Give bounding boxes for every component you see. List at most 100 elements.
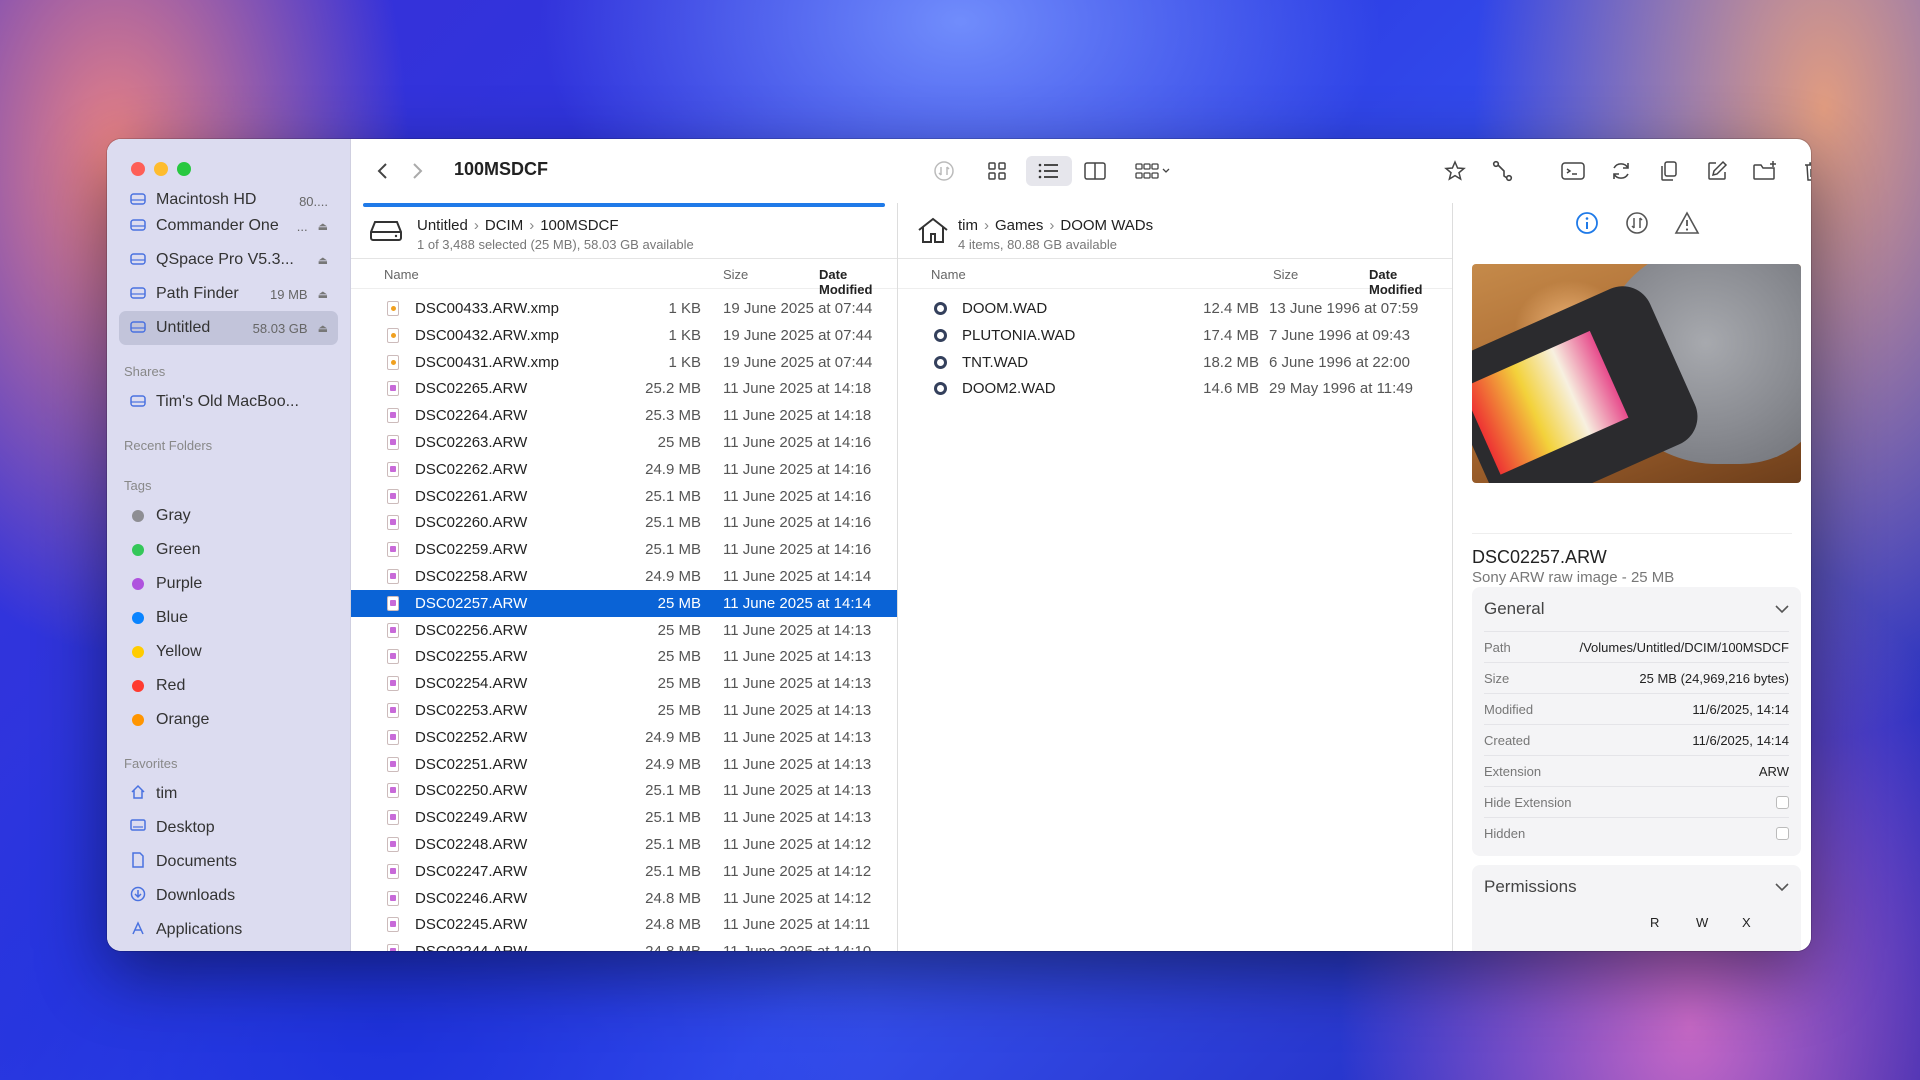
- file-row[interactable]: DSC02251.ARW 24.9 MB 11 June 2025 at 14:13: [351, 751, 897, 778]
- list-view-button[interactable]: [1026, 156, 1072, 186]
- file-row[interactable]: TNT.WAD 18.2 MB 6 June 1996 at 22:00: [898, 349, 1452, 376]
- chevron-left-icon: [377, 163, 387, 179]
- breadcrumb-item[interactable]: DCIM: [485, 217, 523, 234]
- file-row[interactable]: DSC02246.ARW 24.8 MB 11 June 2025 at 14:12: [351, 885, 897, 912]
- file-row[interactable]: DSC02264.ARW 25.3 MB 11 June 2025 at 14:18: [351, 402, 897, 429]
- file-row[interactable]: DSC02249.ARW 25.1 MB 11 June 2025 at 14:13: [351, 804, 897, 831]
- group-by-button[interactable]: [1128, 156, 1178, 186]
- sidebar-tag[interactable]: Purple: [119, 567, 338, 601]
- zoom-button[interactable]: [177, 162, 191, 176]
- sidebar-volume[interactable]: Untitled 58.03 GB ⏏: [119, 311, 338, 345]
- refresh-button[interactable]: [1604, 156, 1638, 186]
- file-row[interactable]: DOOM.WAD 12.4 MB 13 June 1996 at 07:59: [898, 295, 1452, 322]
- breadcrumb-item[interactable]: DOOM WADs: [1060, 217, 1153, 234]
- sidebar-tag[interactable]: Blue: [119, 601, 338, 635]
- sidebar-volume[interactable]: QSpace Pro V5.3... ⏏: [119, 243, 338, 277]
- file-row[interactable]: DSC02257.ARW 25 MB 11 June 2025 at 14:14: [351, 589, 897, 617]
- warnings-tab[interactable]: [1673, 209, 1701, 237]
- sync-tab[interactable]: [1623, 209, 1651, 237]
- breadcrumb-item[interactable]: Untitled: [417, 217, 468, 234]
- file-row[interactable]: DSC02265.ARW 25.2 MB 11 June 2025 at 14:18: [351, 375, 897, 402]
- close-button[interactable]: [131, 162, 145, 176]
- column-size-header[interactable]: Size: [723, 267, 748, 282]
- eject-icon[interactable]: ⏏: [318, 220, 328, 233]
- sidebar-favorite[interactable]: Desktop: [119, 811, 338, 845]
- column-name-header[interactable]: Name: [931, 267, 966, 282]
- eject-icon[interactable]: ⏏: [318, 288, 328, 301]
- sidebar-volume[interactable]: Path Finder 19 MB ⏏: [119, 277, 338, 311]
- sidebar-favorite[interactable]: Documents: [119, 845, 338, 879]
- breadcrumb-item[interactable]: tim: [958, 217, 978, 234]
- sidebar-volume[interactable]: Macintosh HD 80....: [119, 187, 338, 209]
- file-row[interactable]: DSC02252.ARW 24.9 MB 11 June 2025 at 14:13: [351, 724, 897, 751]
- sidebar-favorite[interactable]: Applications: [119, 913, 338, 947]
- file-row[interactable]: DSC00432.ARW.xmp 1 KB 19 June 2025 at 07:4…: [351, 322, 897, 349]
- sidebar-item-meta: ...: [296, 218, 308, 234]
- tags-heading: Tags: [124, 478, 152, 493]
- file-row[interactable]: DSC02260.ARW 25.1 MB 11 June 2025 at 14:16: [351, 509, 897, 536]
- xmp-file-icon: [387, 301, 399, 316]
- file-row[interactable]: DSC02258.ARW 24.9 MB 11 June 2025 at 14:14: [351, 563, 897, 590]
- raw-image-icon: [387, 702, 399, 718]
- sidebar-share[interactable]: Tim's Old MacBoo...: [119, 385, 338, 419]
- file-size: 25.1 MB: [645, 782, 701, 800]
- info-value: 11/6/2025, 14:14: [1692, 701, 1789, 717]
- terminal-button[interactable]: [1556, 156, 1590, 186]
- sidebar-tag[interactable]: Gray: [119, 499, 338, 533]
- permissions-header[interactable]: Permissions: [1472, 865, 1801, 909]
- file-row[interactable]: DSC02244.ARW 24.8 MB 11 June 2025 at 14:10: [351, 938, 897, 951]
- general-header[interactable]: General: [1472, 587, 1801, 631]
- network-drive-icon: [129, 394, 147, 411]
- sidebar-tag[interactable]: Yellow: [119, 635, 338, 669]
- eject-icon[interactable]: ⏏: [318, 322, 328, 335]
- sidebar-item-label: Untitled: [156, 319, 211, 336]
- minimize-button[interactable]: [154, 162, 168, 176]
- favorite-button[interactable]: [1438, 156, 1472, 186]
- breadcrumb-item[interactable]: Games: [995, 217, 1043, 234]
- raw-image-icon: [387, 729, 399, 745]
- file-row[interactable]: DSC02248.ARW 25.1 MB 11 June 2025 at 14:12: [351, 831, 897, 858]
- file-row[interactable]: DSC02262.ARW 24.9 MB 11 June 2025 at 14:16: [351, 456, 897, 483]
- new-folder-button[interactable]: [1748, 156, 1782, 186]
- column-name-header[interactable]: Name: [384, 267, 419, 282]
- file-row[interactable]: DSC02254.ARW 25 MB 11 June 2025 at 14:13: [351, 670, 897, 697]
- file-row[interactable]: PLUTONIA.WAD 17.4 MB 7 June 1996 at 09:43: [898, 322, 1452, 349]
- eject-icon[interactable]: ⏏: [318, 254, 328, 267]
- sidebar-favorite[interactable]: Downloads: [119, 879, 338, 913]
- file-row[interactable]: DSC00431.ARW.xmp 1 KB 19 June 2025 at 07:4…: [351, 349, 897, 376]
- checkbox[interactable]: [1776, 795, 1789, 809]
- sync-button[interactable]: [927, 156, 961, 186]
- edit-button[interactable]: [1700, 156, 1734, 186]
- file-row[interactable]: DSC02259.ARW 25.1 MB 11 June 2025 at 14:16: [351, 536, 897, 563]
- sidebar-tag[interactable]: Red: [119, 669, 338, 703]
- sidebar-tag[interactable]: Orange: [119, 703, 338, 737]
- path-button[interactable]: [1486, 156, 1520, 186]
- sidebar-volume[interactable]: Commander One... ⏏: [119, 209, 338, 243]
- sidebar-favorite[interactable]: tim: [119, 777, 338, 811]
- column-size-header[interactable]: Size: [1273, 267, 1298, 282]
- file-row[interactable]: DSC02263.ARW 25 MB 11 June 2025 at 14:16: [351, 429, 897, 456]
- column-view-button[interactable]: [1078, 156, 1112, 186]
- icon-view-button[interactable]: [980, 156, 1014, 186]
- back-button[interactable]: [365, 156, 399, 186]
- file-row[interactable]: DSC00433.ARW.xmp 1 KB 19 June 2025 at 07:4…: [351, 295, 897, 322]
- file-row[interactable]: DSC02255.ARW 25 MB 11 June 2025 at 14:13: [351, 643, 897, 670]
- file-row[interactable]: DSC02250.ARW 25.1 MB 11 June 2025 at 14:13: [351, 777, 897, 804]
- breadcrumb-item[interactable]: 100MSDCF: [540, 217, 618, 234]
- column-date-header[interactable]: Date Modified: [819, 267, 897, 297]
- file-row[interactable]: DSC02253.ARW 25 MB 11 June 2025 at 14:13: [351, 697, 897, 724]
- sidebar-item-label: Gray: [156, 507, 191, 524]
- file-row[interactable]: DSC02256.ARW 25 MB 11 June 2025 at 14:13: [351, 617, 897, 644]
- trash-button[interactable]: [1796, 156, 1811, 186]
- file-row[interactable]: DOOM2.WAD 14.6 MB 29 May 1996 at 11:49: [898, 375, 1452, 402]
- file-row[interactable]: DSC02245.ARW 24.8 MB 11 June 2025 at 14:11: [351, 911, 897, 938]
- copy-button[interactable]: [1652, 156, 1686, 186]
- file-size: 25 MB: [657, 675, 701, 693]
- sidebar-tag[interactable]: Green: [119, 533, 338, 567]
- file-row[interactable]: DSC02247.ARW 25.1 MB 11 June 2025 at 14:12: [351, 858, 897, 885]
- checkbox[interactable]: [1776, 826, 1789, 840]
- column-date-header[interactable]: Date Modified: [1369, 267, 1452, 297]
- file-row[interactable]: DSC02261.ARW 25.1 MB 11 June 2025 at 14:16: [351, 483, 897, 510]
- info-tab[interactable]: [1573, 209, 1601, 237]
- forward-button[interactable]: [401, 156, 435, 186]
